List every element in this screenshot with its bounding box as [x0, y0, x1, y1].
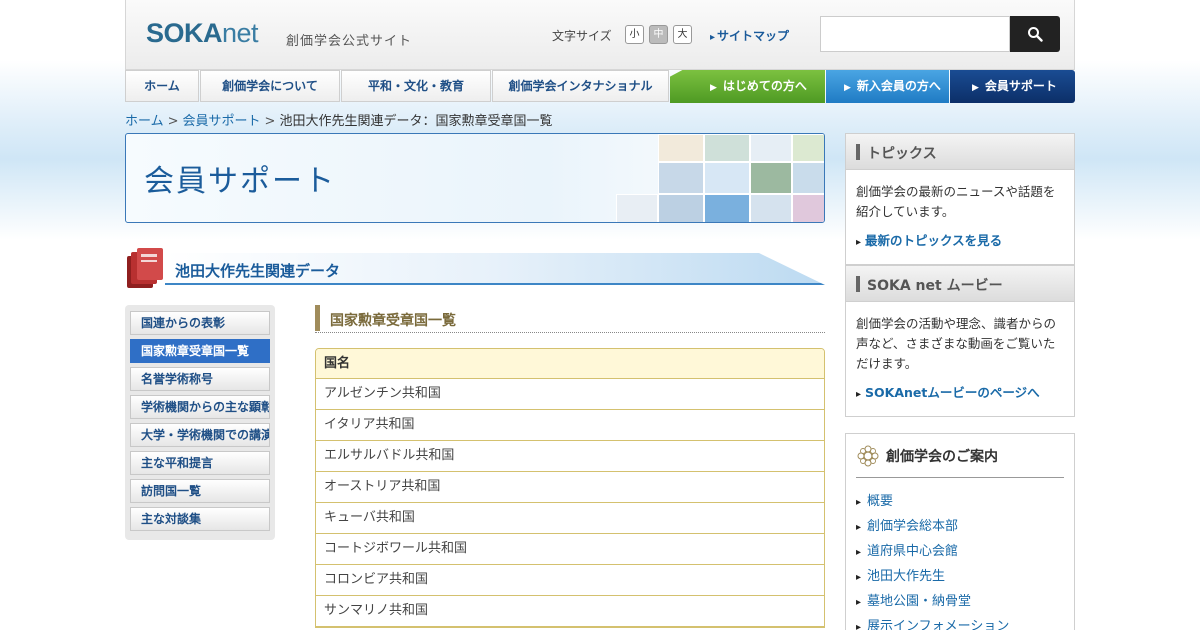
arrow-right-icon: ▶ [710, 83, 717, 93]
gnav-international[interactable]: 創価学会インタナショナル [492, 70, 669, 102]
movie-link[interactable]: SOKAnetムービーのページへ [846, 378, 1074, 401]
breadcrumb-separator: > [264, 114, 276, 129]
arrow-right-icon: ▶ [844, 83, 851, 93]
movie-title: SOKA net ムービー [867, 278, 1003, 294]
guide-item-exhibitions[interactable]: 展示インフォメーション [856, 615, 1009, 630]
table-row: イタリア共和国 [316, 410, 824, 441]
guide-item-headquarters[interactable]: 創価学会総本部 [856, 515, 1009, 540]
section-heading: 池田大作先生関連データ [125, 248, 825, 288]
countries-table: 国名 アルゼンチン共和国 イタリア共和国 エルサルバドル共和国 オーストリア共和… [315, 348, 825, 628]
page-title: 会員サポート [144, 164, 336, 199]
side-menu-lectures[interactable]: 大学・学術機関での講演 [130, 423, 270, 447]
new-member-tab[interactable]: ▶ 新入会員の方へ [826, 70, 949, 103]
site-subtitle: 創価学会公式サイト [286, 34, 413, 49]
gnav-about[interactable]: 創価学会について [200, 70, 340, 102]
guide-item-prefectural-centers[interactable]: 道府県中心会館 [856, 540, 1009, 565]
breadcrumb-support[interactable]: 会員サポート [183, 114, 261, 129]
side-menu-un-awards[interactable]: 国連からの表彰 [130, 311, 270, 335]
site-header: SOKAnet 創価学会公式サイト 文字サイズ 小 中 大 サイトマップ [125, 0, 1075, 70]
movie-text: 創価学会の活動や理念、識者からの声など、さまざまな動画をご覧いただけます。 [856, 316, 1057, 371]
sitemap-link[interactable]: サイトマップ [710, 27, 789, 44]
side-menu-academic-honors[interactable]: 学術機関からの主な顕彰 [130, 395, 270, 419]
page-hero-banner: 会員サポート [125, 133, 825, 223]
font-size-small-button[interactable]: 小 [625, 25, 644, 44]
title-marker [856, 276, 860, 292]
movie-box: SOKA net ムービー 創価学会の活動や理念、識者からの声など、さまざまな動… [845, 265, 1075, 417]
guide-box: 創価学会のご案内 概要 創価学会総本部 道府県中心会館 池田大作先生 墓地公園・… [845, 433, 1075, 630]
breadcrumb: ホーム > 会員サポート > 池田大作先生関連データ：国家勲章受章国一覧 [125, 110, 552, 129]
hero-photo-collage [616, 134, 824, 222]
search-button[interactable] [1010, 16, 1060, 52]
side-menu-peace-proposals[interactable]: 主な平和提言 [130, 451, 270, 475]
table-row: アルゼンチン共和国 [316, 379, 824, 410]
content-heading: 国家勲章受章国一覧 [315, 305, 825, 333]
guide-item-overview[interactable]: 概要 [856, 490, 1009, 515]
font-size-large-button[interactable]: 大 [673, 25, 692, 44]
flower-emblem-icon [857, 445, 879, 467]
table-row: オーストリア共和国 [316, 472, 824, 503]
side-menu-national-decorations[interactable]: 国家勲章受章国一覧 [130, 339, 270, 363]
table-row: コートジボワール共和国 [316, 534, 824, 565]
arrow-right-icon: ▶ [972, 83, 979, 93]
movie-title-bar: SOKA net ムービー [846, 266, 1074, 302]
content-title: 国家勲章受章国一覧 [330, 313, 456, 329]
section-title: 池田大作先生関連データ [175, 262, 341, 280]
guide-item-cemetery[interactable]: 墓地公園・納骨堂 [856, 590, 1009, 615]
site-logo[interactable]: SOKAnet [146, 18, 259, 49]
logo-main-text: SOKA [146, 18, 223, 48]
topics-title: トピックス [867, 146, 937, 162]
title-marker [856, 144, 860, 160]
member-support-tab[interactable]: ▶ 会員サポート [950, 70, 1075, 103]
content-heading-bar [315, 305, 320, 331]
search-icon [1028, 27, 1043, 42]
table-header: 国名 [316, 349, 824, 379]
guide-item-ikeda[interactable]: 池田大作先生 [856, 565, 1009, 590]
logo-net-text: net [222, 18, 259, 48]
font-size-medium-button[interactable]: 中 [649, 25, 668, 44]
breadcrumb-home[interactable]: ホーム [125, 114, 164, 129]
topics-text: 創価学会の最新のニュースや話題を紹介しています。 [856, 184, 1056, 219]
guide-title: 創価学会のご案内 [886, 449, 998, 465]
page-wrapper: SOKAnet 創価学会公式サイト 文字サイズ 小 中 大 サイトマップ ホーム… [125, 0, 1075, 630]
breadcrumb-current: 池田大作先生関連データ：国家勲章受章国一覧 [279, 114, 553, 129]
table-row: エルサルバドル共和国 [316, 441, 824, 472]
first-time-label: はじめての方へ [722, 79, 807, 93]
topics-box: トピックス 創価学会の最新のニュースや話題を紹介しています。 最新のトピックスを… [845, 133, 1075, 265]
table-row: サンマリノ共和国 [316, 596, 824, 627]
topics-link[interactable]: 最新のトピックスを見る [846, 226, 1074, 249]
search-input[interactable] [820, 16, 1010, 52]
gnav-peace-culture-education[interactable]: 平和・文化・教育 [341, 70, 491, 102]
guide-title-bar: 創価学会のご案内 [856, 444, 1064, 478]
topics-title-bar: トピックス [846, 134, 1074, 170]
side-menu-dialogues[interactable]: 主な対談集 [130, 507, 270, 531]
table-row: コロンビア共和国 [316, 565, 824, 596]
guide-list: 概要 創価学会総本部 道府県中心会館 池田大作先生 墓地公園・納骨堂 展示インフ… [856, 490, 1009, 630]
gnav-home[interactable]: ホーム [125, 70, 199, 102]
font-size-label: 文字サイズ [552, 29, 612, 43]
member-support-label: 会員サポート [984, 79, 1057, 93]
side-menu: 国連からの表彰 国家勲章受章国一覧 名誉学術称号 学術機関からの主な顕彰 大学・… [125, 305, 275, 540]
first-time-tab[interactable]: ▶ はじめての方へ [670, 70, 825, 103]
new-member-label: 新入会員の方へ [856, 79, 941, 93]
books-icon [127, 248, 163, 288]
side-menu-visited-countries[interactable]: 訪問国一覧 [130, 479, 270, 503]
breadcrumb-separator: > [167, 114, 179, 129]
table-row: キューバ共和国 [316, 503, 824, 534]
side-menu-honorary-degrees[interactable]: 名誉学術称号 [130, 367, 270, 391]
